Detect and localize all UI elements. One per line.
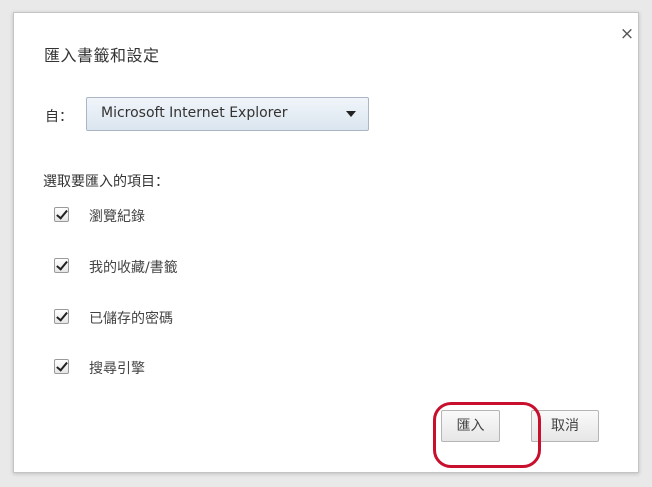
cancel-button[interactable]: 取消 (531, 410, 599, 442)
items-heading: 選取要匯入的項目： (43, 174, 169, 190)
checkbox-checked-icon[interactable] (54, 207, 69, 222)
checkbox-label: 搜尋引擎 (89, 361, 145, 377)
source-label: 自： (45, 109, 73, 125)
checkbox-label: 我的收藏/書籤 (89, 260, 178, 276)
checkbox-checked-icon[interactable] (54, 309, 69, 324)
dropdown-arrow-icon (346, 111, 356, 117)
import-bookmarks-dialog: 匯入書籤和設定 × 自： Microsoft Internet Explorer… (13, 12, 639, 473)
checkbox-checked-icon[interactable] (54, 258, 69, 273)
dialog-title: 匯入書籤和設定 (44, 46, 160, 65)
checkbox-label: 瀏覽紀錄 (89, 209, 145, 225)
close-icon[interactable]: × (618, 25, 636, 43)
checkbox-label: 已儲存的密碼 (89, 311, 173, 327)
source-select[interactable]: Microsoft Internet Explorer (86, 97, 369, 131)
import-button[interactable]: 匯入 (441, 410, 500, 442)
source-select-value: Microsoft Internet Explorer (101, 105, 288, 121)
checkbox-checked-icon[interactable] (54, 359, 69, 374)
